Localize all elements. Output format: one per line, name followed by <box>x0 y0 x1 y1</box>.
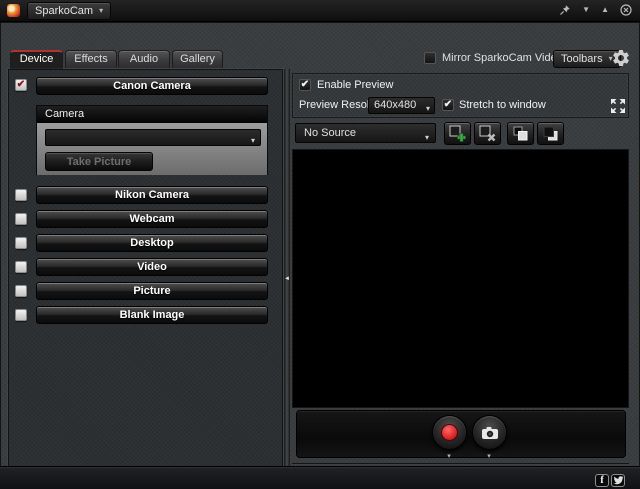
check-icon: ✔ <box>16 78 26 92</box>
send-backward-button[interactable] <box>537 122 564 145</box>
chevron-down-icon: ▾ <box>251 133 255 148</box>
bring-forward-icon <box>512 125 529 142</box>
facebook-icon: f <box>600 476 603 486</box>
collapse-panel-icon[interactable]: ◄ <box>283 268 291 290</box>
add-layer-icon <box>448 125 467 142</box>
fullscreen-icon[interactable] <box>609 97 627 115</box>
chevron-down-icon: ▾ <box>99 7 103 15</box>
twitter-button[interactable] <box>611 474 625 487</box>
record-toolbar: ▾ ▾ <box>296 410 626 458</box>
window-controls: ▼ ▲ <box>559 3 632 17</box>
picture-checkbox[interactable]: ✔ <box>15 285 27 297</box>
pin-icon[interactable] <box>559 4 571 16</box>
camera-icon <box>481 426 499 440</box>
add-source-button[interactable] <box>444 122 471 145</box>
chevron-down-icon: ▾ <box>425 129 429 147</box>
check-icon: ✔ <box>443 98 453 112</box>
nikon-camera-button[interactable]: Nikon Camera <box>36 186 268 204</box>
remove-layer-icon <box>478 125 497 142</box>
stretch-to-window-label: Stretch to window <box>459 99 546 111</box>
tab-gallery[interactable]: Gallery <box>172 50 223 68</box>
resolution-select[interactable]: 640x480 ▾ <box>368 97 435 114</box>
app-logo-icon <box>7 4 20 17</box>
record-options-icon[interactable]: ▾ <box>439 452 459 460</box>
chevron-down-icon: ▾ <box>426 101 430 116</box>
mirror-video-label: Mirror SparkoCam Video <box>442 52 563 64</box>
video-button[interactable]: Video <box>36 258 268 276</box>
sparkocam-window: SparkoCam ▾ ▼ ▲ Device Effects Audio Gal… <box>0 0 640 489</box>
statusbar: f <box>0 466 640 489</box>
enable-preview-checkbox[interactable]: ✔ <box>299 79 311 91</box>
twitter-bird-icon <box>613 476 624 485</box>
app-menu-button[interactable]: SparkoCam ▾ <box>27 2 111 20</box>
check-icon: ✔ <box>300 78 310 92</box>
nikon-camera-checkbox[interactable]: ✔ <box>15 189 27 201</box>
bring-forward-button[interactable] <box>507 122 534 145</box>
snapshot-button[interactable] <box>472 415 507 450</box>
webcam-checkbox[interactable]: ✔ <box>15 213 27 225</box>
remove-source-button[interactable] <box>474 122 501 145</box>
main-frame: Device Effects Audio Gallery ✔ Mirror Sp… <box>0 22 640 489</box>
source-select-value: No Source <box>304 127 356 139</box>
picture-button[interactable]: Picture <box>36 282 268 300</box>
take-picture-button[interactable]: Take Picture <box>45 152 153 171</box>
desktop-button[interactable]: Desktop <box>36 234 268 252</box>
enable-preview-label: Enable Preview <box>317 79 393 91</box>
source-select[interactable]: No Source ▾ <box>295 123 436 143</box>
device-sources-panel: ✔ Canon Camera Camera ▾ Take Picture ✔ N… <box>8 69 283 483</box>
video-checkbox[interactable]: ✔ <box>15 261 27 273</box>
tab-audio[interactable]: Audio <box>118 50 170 68</box>
webcam-button[interactable]: Webcam <box>36 210 268 228</box>
camera-group: Camera ▾ Take Picture <box>36 105 268 175</box>
settings-gear-button[interactable] <box>611 48 631 68</box>
canon-camera-button[interactable]: Canon Camera <box>36 77 268 95</box>
maximize-icon[interactable]: ▲ <box>601 6 609 14</box>
record-icon <box>441 424 458 441</box>
camera-group-title: Camera <box>37 106 267 123</box>
video-preview-area[interactable] <box>292 149 629 408</box>
facebook-button[interactable]: f <box>595 474 609 487</box>
mirror-video-option: ✔ Mirror SparkoCam Video <box>424 52 563 64</box>
tab-effects[interactable]: Effects <box>65 50 117 68</box>
snapshot-options-icon[interactable]: ▾ <box>479 452 499 460</box>
camera-group-body: ▾ Take Picture <box>37 123 267 175</box>
titlebar: SparkoCam ▾ ▼ ▲ <box>0 0 640 22</box>
send-backward-icon <box>542 125 559 142</box>
record-button[interactable] <box>432 415 467 450</box>
canon-camera-checkbox[interactable]: ✔ <box>15 79 27 91</box>
toolbars-label: Toolbars <box>561 53 603 65</box>
blank-image-checkbox[interactable]: ✔ <box>15 309 27 321</box>
effects-separator <box>292 463 629 465</box>
resolution-value: 640x480 <box>374 99 416 111</box>
stretch-to-window-checkbox[interactable]: ✔ <box>442 99 454 111</box>
camera-select[interactable]: ▾ <box>45 129 261 146</box>
tab-device[interactable]: Device <box>10 50 63 69</box>
app-title: SparkoCam <box>35 5 93 17</box>
mirror-video-checkbox[interactable]: ✔ <box>424 52 436 64</box>
minimize-icon[interactable]: ▼ <box>582 6 590 14</box>
close-icon[interactable] <box>620 4 632 16</box>
desktop-checkbox[interactable]: ✔ <box>15 237 27 249</box>
blank-image-button[interactable]: Blank Image <box>36 306 268 324</box>
